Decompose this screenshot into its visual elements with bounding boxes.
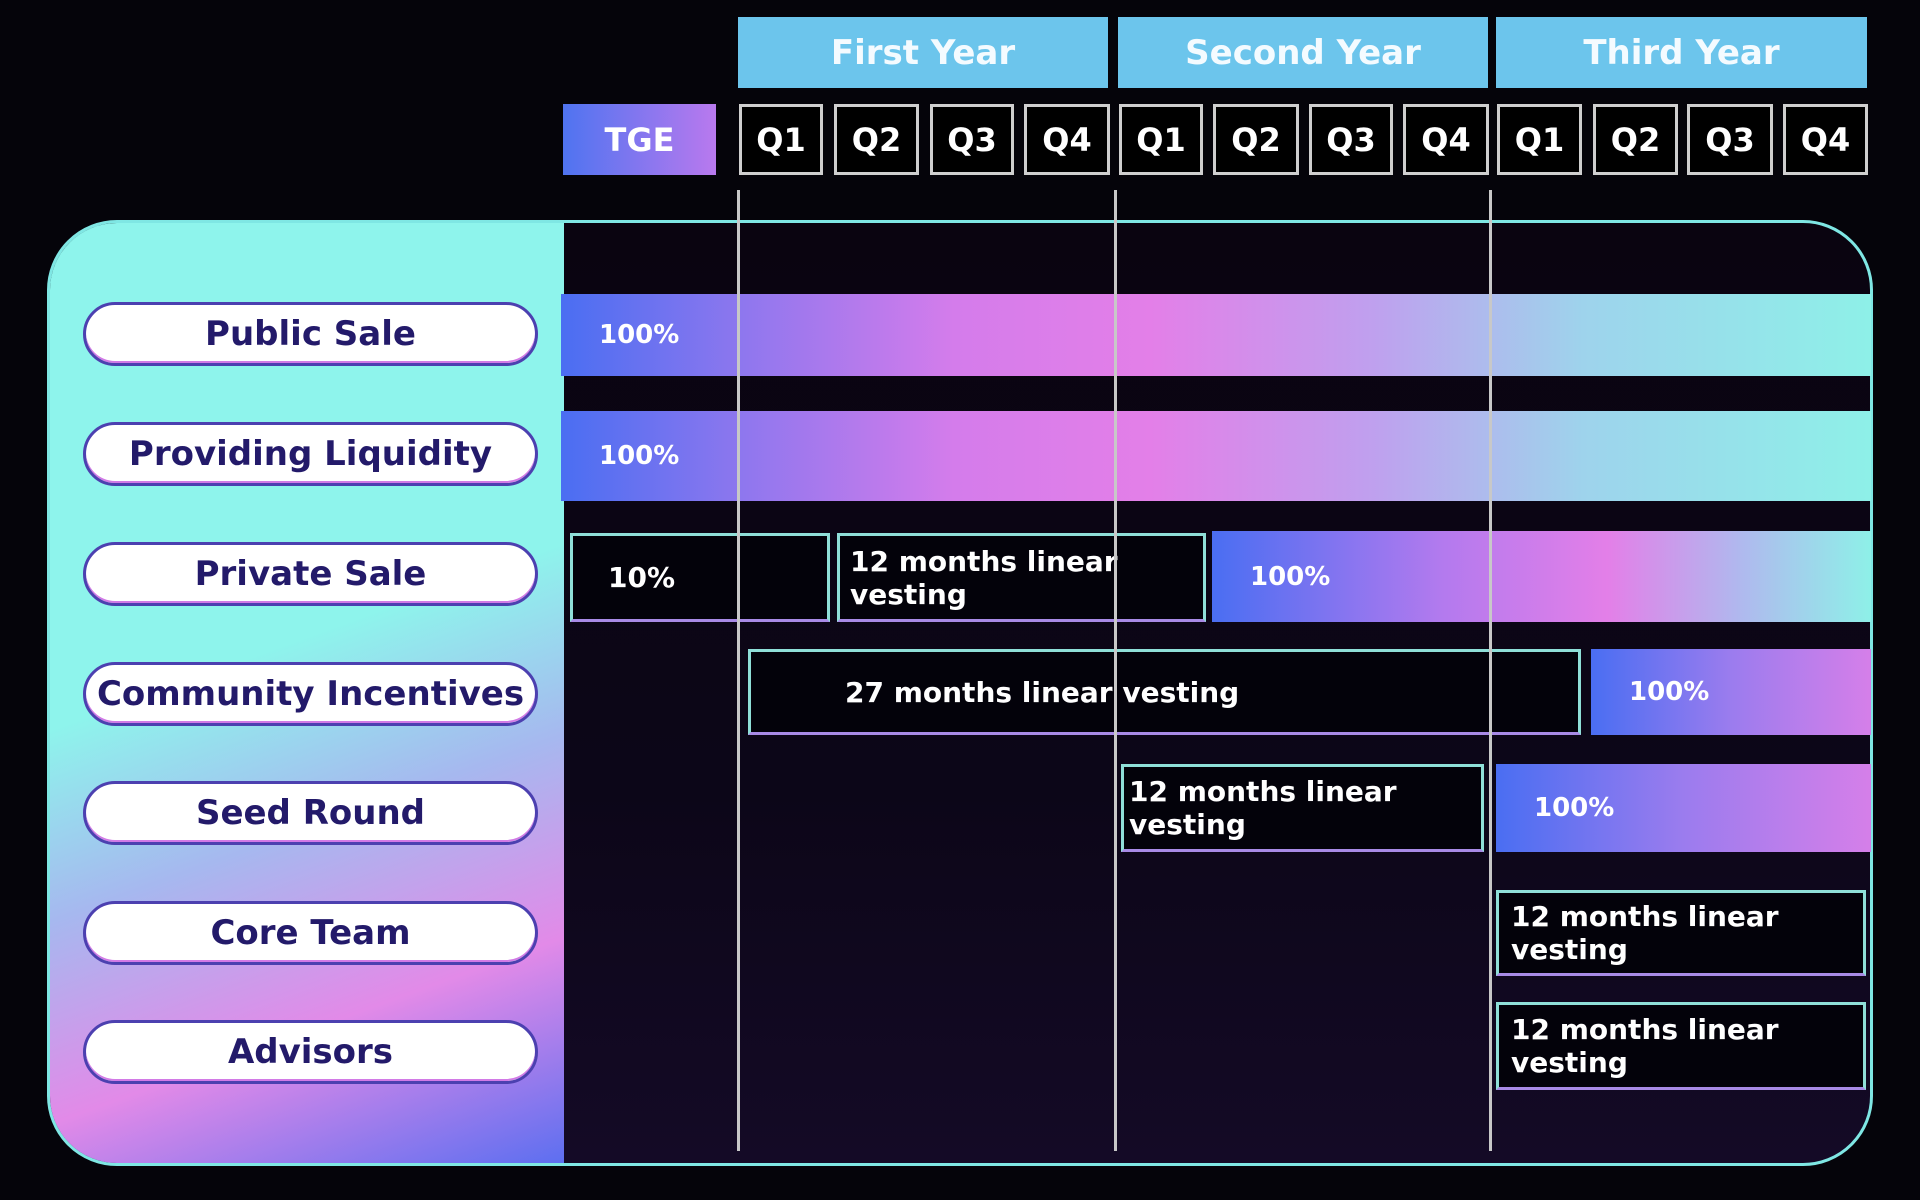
quarter-label: Q2 (1213, 104, 1299, 175)
year-divider-line (1114, 190, 1117, 1151)
bar-community-incentives-unlock: 100% (1591, 649, 1871, 735)
bar-private-sale-tge: 10% (570, 533, 830, 622)
quarter-label: Q2 (1593, 104, 1678, 175)
quarter-label: Q4 (1783, 104, 1868, 175)
quarter-label: Q3 (1687, 104, 1773, 175)
year-header-second: Second Year (1118, 17, 1488, 88)
bar-label: 12 months linear vesting (1511, 1013, 1779, 1079)
quarter-label: Q3 (1309, 104, 1393, 175)
quarter-label: Q1 (1119, 104, 1203, 175)
row-label-advisors: Advisors (83, 1020, 538, 1084)
bar-label: 12 months linear vesting (1129, 775, 1397, 841)
bar-label: 10% (608, 561, 676, 594)
bar-label: 100% (1250, 561, 1331, 592)
quarter-label: Q2 (834, 104, 919, 175)
bar-advisors-vesting: 12 months linear vesting (1496, 1002, 1866, 1090)
bar-community-incentives-vesting: 27 months linear vesting (748, 649, 1581, 735)
quarter-label: Q1 (1497, 104, 1582, 175)
bar-label: 27 months linear vesting (845, 675, 1240, 709)
row-label-community-incentives: Community Incentives (83, 662, 538, 726)
year-divider-line (1489, 190, 1492, 1151)
quarter-label: Q3 (930, 104, 1014, 175)
row-label-seed-round: Seed Round (83, 781, 538, 845)
bar-label: 100% (1629, 677, 1710, 707)
bar-label: 100% (599, 320, 680, 350)
bar-public-sale-unlock: 100% (561, 294, 1871, 376)
row-label-private-sale: Private Sale (83, 542, 538, 606)
bar-core-team-vesting: 12 months linear vesting (1496, 890, 1866, 976)
year-divider-line (737, 190, 740, 1151)
quarter-label: Q4 (1024, 104, 1110, 175)
bar-label: 100% (599, 441, 680, 471)
row-label-public-sale: Public Sale (83, 302, 538, 366)
bar-providing-liquidity-unlock: 100% (561, 411, 1871, 501)
year-header-third: Third Year (1496, 17, 1867, 88)
bar-label: 12 months linear vesting (850, 544, 1118, 611)
tge-label: TGE (563, 104, 716, 175)
bar-seed-round-unlock: 100% (1496, 764, 1871, 852)
year-header-first: First Year (738, 17, 1108, 88)
quarter-label: Q4 (1403, 104, 1489, 175)
row-label-providing-liquidity: Providing Liquidity (83, 422, 538, 486)
row-label-panel: Public Sale Providing Liquidity Private … (50, 223, 564, 1163)
bar-label: 100% (1534, 793, 1615, 823)
bar-seed-round-vesting: 12 months linear vesting (1121, 764, 1484, 852)
bar-label: 12 months linear vesting (1511, 900, 1779, 966)
bar-private-sale-unlock: 100% (1212, 531, 1871, 622)
row-label-core-team: Core Team (83, 901, 538, 965)
bar-private-sale-vesting: 12 months linear vesting (837, 533, 1206, 622)
quarter-label: Q1 (739, 104, 823, 175)
